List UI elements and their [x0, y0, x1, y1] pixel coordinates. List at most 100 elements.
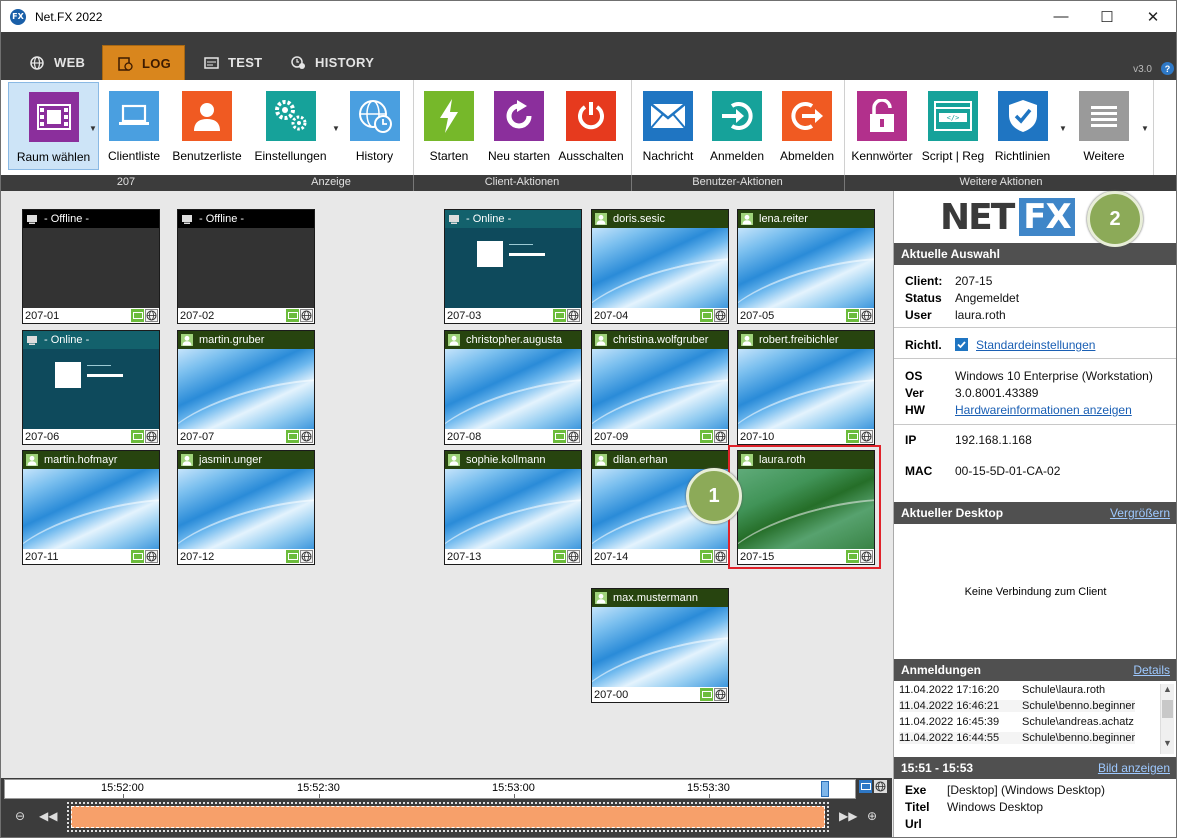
client-grid: - Offline - 207-01 - Offline - 207-02 - Onli… [1, 191, 892, 776]
chevron-up-icon[interactable]: ▲ [1161, 684, 1174, 694]
screen-status-icon [846, 430, 859, 443]
tile-username: robert.freibichler [759, 334, 839, 346]
timeline-tick [514, 794, 515, 798]
standardeinstellungen-link[interactable]: Standardeinstellungen [976, 338, 1095, 352]
neu-starten-button[interactable]: Neu starten [485, 82, 553, 170]
screen-status-icon [700, 550, 713, 563]
rewind-icon[interactable]: ◀◀ [39, 809, 57, 823]
client-tile[interactable]: martin.hofmayr 207-11 [22, 450, 160, 565]
vergroessern-link[interactable]: Vergrößern [1110, 506, 1170, 520]
client-tile[interactable]: - Online - 207-06 [22, 330, 160, 445]
tile-client-id: 207-01 [25, 309, 60, 322]
anmelden-button[interactable]: Anmelden [707, 82, 767, 170]
details-link[interactable]: Details [1133, 663, 1170, 677]
desktop-thumbnail [178, 349, 314, 429]
login-row[interactable]: 11.04.2022 17:16:20 Schule\laura.roth [899, 684, 1106, 696]
selection-title: Aktuelle Auswahl [901, 247, 1000, 261]
help-icon[interactable]: ? [1161, 62, 1174, 75]
einstellungen-button[interactable]: Einstellungen [253, 82, 328, 170]
tile-username: max.mustermann [613, 592, 698, 604]
scroll-thumb[interactable] [1162, 700, 1173, 718]
chevron-down-icon[interactable]: ▼ [89, 124, 97, 133]
minimize-button[interactable]: — [1038, 1, 1084, 32]
nachricht-button[interactable]: Nachricht [639, 82, 697, 170]
group-label-weitere-aktionen: Weitere Aktionen [959, 176, 1043, 188]
chevron-down-icon[interactable]: ▼ [1141, 124, 1149, 133]
client-tile[interactable]: martin.gruber 207-07 [177, 330, 315, 445]
hardware-info-link[interactable]: Hardwareinformationen anzeigen [955, 403, 1132, 417]
desktop-thumbnail [445, 228, 581, 308]
chevron-down-icon[interactable]: ▼ [1161, 738, 1174, 748]
login-row[interactable]: 11.04.2022 16:45:39 Schule\andreas.achatz [899, 716, 1134, 728]
richtlinien-button[interactable]: Richtlinien [992, 82, 1053, 170]
web-status-icon [300, 430, 313, 443]
chevron-down-icon[interactable]: ▼ [332, 124, 340, 133]
fast-forward-icon[interactable]: ▶▶ [839, 809, 857, 823]
client-tile[interactable]: christopher.augusta 207-08 [444, 330, 582, 445]
zoom-out-icon[interactable]: ⊖ [15, 809, 25, 823]
details-panel: NET FX Aktuelle Auswahl Client: 207-15 St… [893, 191, 1176, 837]
timeline-ruler[interactable]: 15:52:00 15:52:30 15:53:00 15:53:30 [4, 779, 856, 799]
kennwoerter-button[interactable]: Kennwörter [849, 82, 915, 170]
clientliste-button[interactable]: Clientliste [104, 82, 164, 170]
client-tile[interactable]: robert.freibichler 207-10 [737, 330, 875, 445]
script-reg-button[interactable]: </> Script | Reg [921, 82, 985, 170]
zoom-in-icon[interactable]: ⊕ [867, 809, 877, 823]
tab-test[interactable]: TEST [197, 45, 267, 80]
ribbon-separator [844, 80, 845, 175]
desktop-title: Aktueller Desktop [901, 506, 1004, 520]
client-tile[interactable]: - Offline - 207-01 [22, 209, 160, 324]
screen-status-icon [286, 550, 299, 563]
timeline-cursor[interactable] [821, 781, 829, 797]
kennwoerter-label: Kennwörter [851, 149, 913, 163]
client-tile[interactable]: jasmin.unger 207-12 [177, 450, 315, 565]
tile-footer: 207-09 [592, 429, 728, 444]
client-tile[interactable]: max.mustermann 207-00 [591, 588, 729, 703]
tab-web[interactable]: WEB [23, 45, 99, 80]
divider [894, 424, 1176, 425]
login-line-preview [87, 365, 111, 366]
bild-anzeigen-link[interactable]: Bild anzeigen [1098, 761, 1170, 775]
benutzerliste-button[interactable]: Benutzerliste [171, 82, 243, 170]
close-button[interactable]: ✕ [1130, 1, 1176, 32]
client-tile[interactable]: sophie.kollmann 207-13 [444, 450, 582, 565]
mac-label: MAC [905, 464, 933, 478]
url-label: Url [905, 817, 922, 831]
weitere-button[interactable]: Weitere [1073, 82, 1135, 170]
chevron-down-icon[interactable]: ▼ [1059, 124, 1067, 133]
ip-value: 192.168.1.168 [955, 433, 1032, 447]
desktop-header: Aktueller Desktop Vergrößern [894, 502, 1176, 524]
client-tile[interactable]: - Online - 207-03 [444, 209, 582, 324]
desktop-thumbnail [23, 349, 159, 429]
timeline-activity-bar[interactable] [70, 805, 826, 829]
screen-icon[interactable] [859, 780, 872, 793]
login-row[interactable]: 11.04.2022 16:44:55 Schule\benno.beginner [899, 732, 1136, 744]
tile-header: martin.hofmayr [23, 451, 159, 469]
tile-client-id: 207-04 [594, 309, 629, 322]
maximize-button[interactable]: ☐ [1084, 1, 1130, 32]
titel-value: Windows Desktop [947, 800, 1044, 814]
tab-history[interactable]: HISTORY [284, 45, 384, 80]
logins-scrollbar[interactable]: ▲ ▼ [1160, 684, 1174, 754]
client-tile[interactable]: - Offline - 207-02 [177, 209, 315, 324]
login-row[interactable]: 11.04.2022 16:46:21 Schule\benno.beginner [899, 700, 1136, 712]
einstellungen-label: Einstellungen [254, 149, 327, 163]
policy-shield-icon [955, 338, 968, 351]
web-icon[interactable] [874, 780, 887, 793]
screen-status-icon [700, 688, 713, 701]
client-tile[interactable]: doris.sesic 207-04 [591, 209, 729, 324]
laptop-icon [109, 91, 159, 141]
ausschalten-button[interactable]: Ausschalten [557, 82, 625, 170]
abmelden-button[interactable]: Abmelden [777, 82, 837, 170]
starten-button[interactable]: Starten [421, 82, 477, 170]
client-tile[interactable]: lena.reiter 207-05 [737, 209, 875, 324]
history-button[interactable]: History [346, 82, 403, 170]
web-status-icon [567, 430, 580, 443]
client-tile[interactable]: christina.wolfgruber 207-09 [591, 330, 729, 445]
ribbon: Raum wählen ▼ Clientliste Benutzerliste … [1, 80, 1176, 175]
url-row: Url [905, 817, 947, 831]
raum-waehlen-button[interactable]: Raum wählen [8, 82, 99, 170]
tab-log[interactable]: LOG [102, 45, 185, 80]
code-icon: </> [928, 91, 978, 141]
screen-status-icon [700, 430, 713, 443]
